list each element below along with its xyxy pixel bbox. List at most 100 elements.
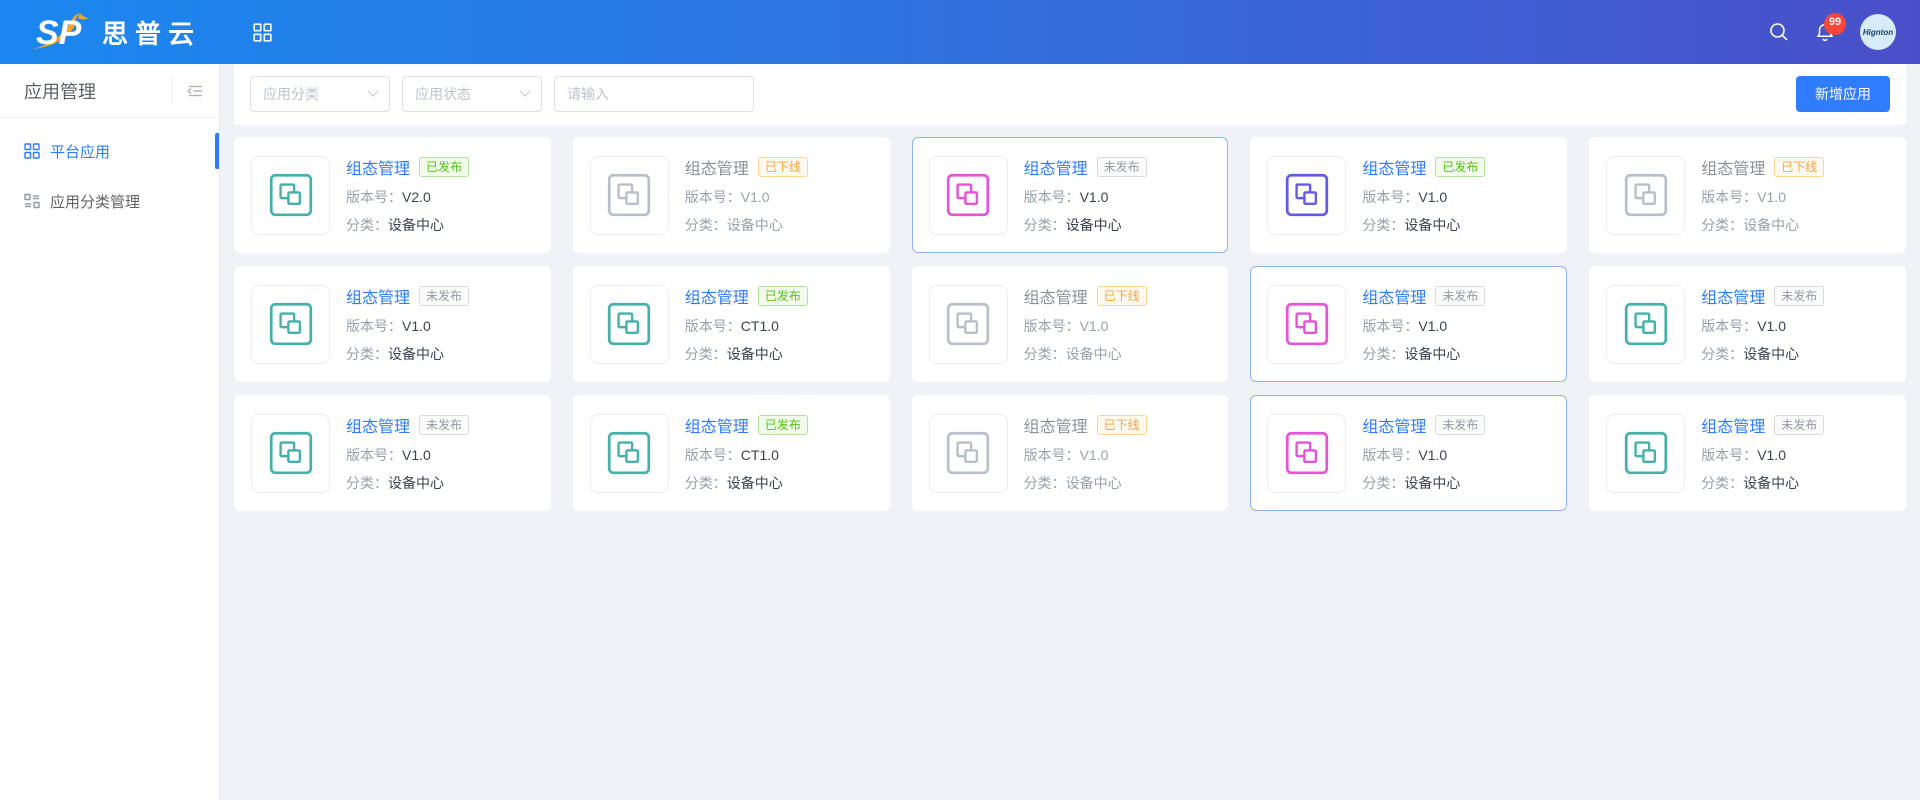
- category-label: 分类：: [685, 346, 727, 362]
- category-value: 设备中心: [1743, 475, 1799, 491]
- status-badge: 未发布: [1435, 286, 1485, 306]
- status-badge: 已下线: [1097, 415, 1147, 435]
- app-card[interactable]: 组态管理 未发布 版本号：V1.0 分类：设备中心: [234, 395, 551, 511]
- add-application-button[interactable]: 新增应用: [1796, 76, 1890, 112]
- app-title-link[interactable]: 组态管理: [346, 413, 410, 437]
- app-card-body: 组态管理 未发布 版本号：V1.0 分类：设备中心: [1701, 413, 1824, 493]
- app-title-link[interactable]: 组态管理: [1362, 155, 1426, 179]
- sidebar-item-label: 应用分类管理: [50, 191, 140, 212]
- app-icon-box: [1606, 414, 1685, 493]
- app-category-select[interactable]: 应用分类: [250, 76, 390, 112]
- status-badge: 未发布: [1097, 157, 1147, 177]
- notification-bell-icon[interactable]: 99: [1814, 21, 1836, 43]
- app-card[interactable]: 组态管理 未发布 版本号：V1.0 分类：设备中心: [234, 266, 551, 382]
- sidebar-menu: 平台应用 应用分类管理: [0, 118, 219, 226]
- version-value: V1.0: [1418, 447, 1447, 463]
- sp-logo-icon: SP: [30, 11, 92, 53]
- app-title-link[interactable]: 组态管理: [1024, 155, 1088, 179]
- category-value: 设备中心: [388, 475, 444, 491]
- category-value: 设备中心: [727, 475, 783, 491]
- sidebar-item-platform-apps[interactable]: 平台应用: [0, 126, 219, 176]
- avatar[interactable]: Hignton: [1860, 14, 1896, 50]
- app-icon-box: [590, 414, 669, 493]
- app-card[interactable]: 组态管理 未发布 版本号：V1.0 分类：设备中心: [1589, 395, 1906, 511]
- app-title-link[interactable]: 组态管理: [685, 155, 749, 179]
- version-value: V1.0: [1757, 189, 1786, 205]
- version-value: V1.0: [1080, 189, 1109, 205]
- sidebar-item-app-category-management[interactable]: 应用分类管理: [0, 176, 219, 226]
- app-icon-box: [1267, 285, 1346, 364]
- app-title-link[interactable]: 组态管理: [685, 413, 749, 437]
- app-title-link[interactable]: 组态管理: [346, 284, 410, 308]
- app-icon-box: [1267, 414, 1346, 493]
- app-card[interactable]: 组态管理 已下线 版本号：V1.0 分类：设备中心: [912, 266, 1229, 382]
- version-row: 版本号：V2.0: [346, 187, 469, 207]
- app-card-body: 组态管理 未发布 版本号：V1.0 分类：设备中心: [1701, 284, 1824, 364]
- app-card[interactable]: 组态管理 已发布 版本号：CT1.0 分类：设备中心: [573, 395, 890, 511]
- sidebar-title: 应用管理: [24, 78, 96, 104]
- app-card[interactable]: 组态管理 已发布 版本号：V2.0 分类：设备中心: [234, 137, 551, 253]
- search-input[interactable]: [554, 76, 754, 112]
- brand-logo[interactable]: SP 思普云: [30, 11, 201, 53]
- sidebar-header: 应用管理: [0, 64, 219, 118]
- overlapping-squares-icon: [943, 428, 993, 478]
- status-badge: 未发布: [1435, 415, 1485, 435]
- status-badge: 未发布: [419, 415, 469, 435]
- overlapping-squares-icon: [1621, 170, 1671, 220]
- status-badge: 已发布: [758, 415, 808, 435]
- app-card-body: 组态管理 已下线 版本号：V1.0 分类：设备中心: [685, 155, 808, 235]
- grid-icon: [24, 143, 40, 159]
- version-label: 版本号：: [1701, 318, 1757, 334]
- app-title-link[interactable]: 组态管理: [685, 284, 749, 308]
- app-title-link[interactable]: 组态管理: [1024, 413, 1088, 437]
- category-row: 分类：设备中心: [1701, 344, 1824, 364]
- category-value: 设备中心: [1066, 475, 1122, 491]
- app-card[interactable]: 组态管理 已下线 版本号：V1.0 分类：设备中心: [1589, 137, 1906, 253]
- app-card-body: 组态管理 已发布 版本号：V2.0 分类：设备中心: [346, 155, 469, 235]
- app-card-body: 组态管理 已下线 版本号：V1.0 分类：设备中心: [1024, 284, 1147, 364]
- app-card[interactable]: 组态管理 已下线 版本号：V1.0 分类：设备中心: [573, 137, 890, 253]
- app-card[interactable]: 组态管理 未发布 版本号：V1.0 分类：设备中心: [1250, 266, 1567, 382]
- sidebar: 应用管理 平台应用: [0, 64, 220, 800]
- app-card-body: 组态管理 未发布 版本号：V1.0 分类：设备中心: [1024, 155, 1147, 235]
- app-card-body: 组态管理 未发布 版本号：V1.0 分类：设备中心: [1362, 284, 1485, 364]
- version-value: V1.0: [1418, 189, 1447, 205]
- version-row: 版本号：V1.0: [685, 187, 808, 207]
- version-label: 版本号：: [1362, 189, 1418, 205]
- category-row: 分类：设备中心: [1362, 473, 1485, 493]
- search-icon[interactable]: [1768, 21, 1790, 43]
- category-label: 分类：: [1362, 346, 1404, 362]
- app-card-body: 组态管理 未发布 版本号：V1.0 分类：设备中心: [346, 413, 469, 493]
- app-card[interactable]: 组态管理 未发布 版本号：V1.0 分类：设备中心: [1250, 395, 1567, 511]
- category-row: 分类：设备中心: [1701, 215, 1824, 235]
- app-title-link[interactable]: 组态管理: [1024, 284, 1088, 308]
- version-label: 版本号：: [346, 189, 402, 205]
- collapse-sidebar-icon[interactable]: [172, 77, 205, 105]
- app-card-body: 组态管理 未发布 版本号：V1.0 分类：设备中心: [346, 284, 469, 364]
- app-title-link[interactable]: 组态管理: [1362, 284, 1426, 308]
- app-status-select[interactable]: 应用状态: [402, 76, 542, 112]
- app-card[interactable]: 组态管理 已下线 版本号：V1.0 分类：设备中心: [912, 395, 1229, 511]
- app-title-link[interactable]: 组态管理: [1701, 284, 1765, 308]
- category-value: 设备中心: [1066, 346, 1122, 362]
- overlapping-squares-icon: [604, 428, 654, 478]
- sidebar-item-label: 平台应用: [50, 141, 110, 162]
- version-value: V1.0: [1080, 447, 1109, 463]
- app-card[interactable]: 组态管理 已发布 版本号：CT1.0 分类：设备中心: [573, 266, 890, 382]
- version-label: 版本号：: [1024, 189, 1080, 205]
- version-row: 版本号：V1.0: [1701, 187, 1824, 207]
- app-title-link[interactable]: 组态管理: [346, 155, 410, 179]
- app-title-link[interactable]: 组态管理: [1701, 155, 1765, 179]
- header-actions: 99 Hignton: [1768, 14, 1896, 50]
- app-title-link[interactable]: 组态管理: [1701, 413, 1765, 437]
- category-row: 分类：设备中心: [1701, 473, 1824, 493]
- app-card[interactable]: 组态管理 已发布 版本号：V1.0 分类：设备中心: [1250, 137, 1567, 253]
- apps-grid-icon[interactable]: [253, 23, 272, 42]
- category-label: 分类：: [685, 217, 727, 233]
- app-icon-box: [929, 285, 1008, 364]
- app-card[interactable]: 组态管理 未发布 版本号：V1.0 分类：设备中心: [912, 137, 1229, 253]
- version-row: 版本号：CT1.0: [685, 445, 808, 465]
- app-title-link[interactable]: 组态管理: [1362, 413, 1426, 437]
- app-card[interactable]: 组态管理 未发布 版本号：V1.0 分类：设备中心: [1589, 266, 1906, 382]
- category-label: 分类：: [1701, 475, 1743, 491]
